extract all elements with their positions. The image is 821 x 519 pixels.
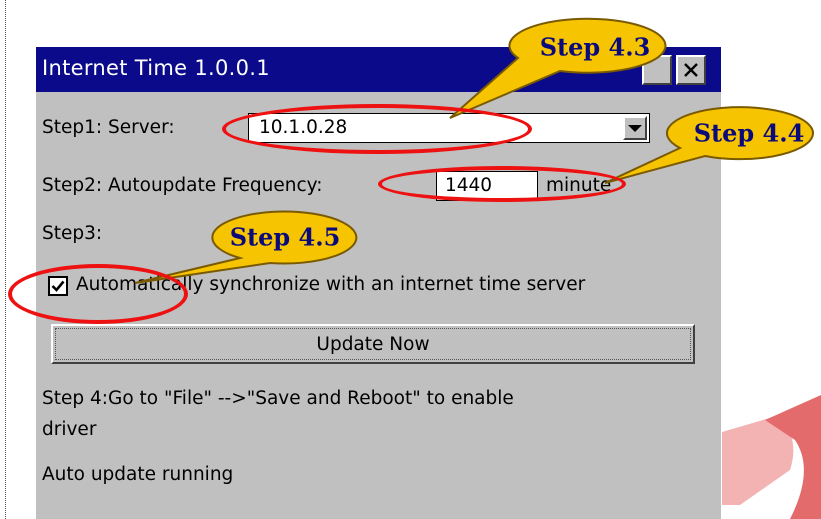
step4-instruction-line1: Step 4:Go to "File" -->"Save and Reboot"…: [42, 388, 514, 409]
close-button[interactable]: [676, 55, 706, 85]
window-title: Internet Time 1.0.0.1: [42, 56, 270, 80]
chevron-down-icon: [628, 125, 642, 132]
step2-label: Step2: Autoupdate Frequency:: [42, 175, 323, 196]
update-now-label: Update Now: [316, 333, 430, 355]
frequency-highlight-ellipse: [378, 166, 626, 202]
update-now-button[interactable]: Update Now: [51, 324, 695, 364]
server-dropdown-button[interactable]: [623, 116, 647, 140]
checkbox-highlight-ellipse: [8, 264, 188, 324]
step3-label: Step3:: [42, 223, 103, 244]
close-icon: [684, 63, 698, 77]
server-highlight-ellipse: [222, 104, 532, 154]
callout-step-4-4-label: Step 4.4: [693, 118, 805, 148]
status-text: Auto update running: [42, 464, 234, 485]
callout-step-4-3-label: Step 4.3: [539, 32, 651, 62]
step1-label: Step1: Server:: [42, 117, 175, 138]
page-margin-rule: [5, 0, 6, 519]
callout-step-4-5-label: Step 4.5: [229, 222, 341, 252]
step4-instruction-line2: driver: [42, 419, 97, 440]
